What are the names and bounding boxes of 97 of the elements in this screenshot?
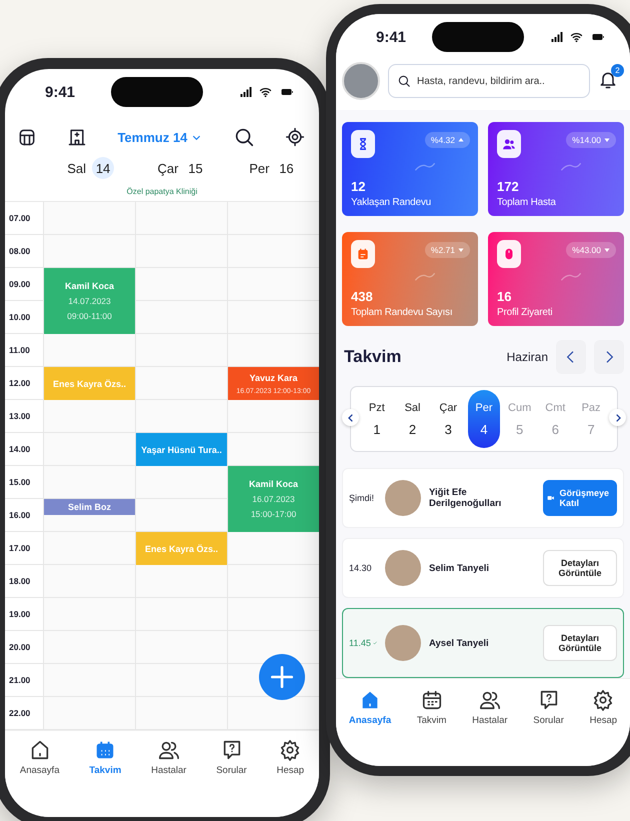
day-tab[interactable]: Per 4 xyxy=(468,390,500,448)
hour-label: 08.00 xyxy=(9,246,30,256)
stat-label: Yaklaşan Randevu xyxy=(351,197,432,208)
patient-name: Yiğit Efe Derilgenoğulları xyxy=(429,487,502,509)
settings-icon xyxy=(592,689,614,711)
stat-value: 172 xyxy=(497,179,520,194)
hour-label: 09.00 xyxy=(9,279,30,289)
stat-card[interactable]: %14.00 172 Toplam Hasta xyxy=(488,122,624,216)
settings-icon xyxy=(279,739,302,761)
change-chip: %14.00 xyxy=(566,132,616,148)
notification-badge: 2 xyxy=(611,64,624,77)
calendar-icon xyxy=(94,739,116,761)
stat-card[interactable]: %43.00 16 Profil Ziyareti xyxy=(488,232,624,326)
date-number: 16 xyxy=(278,160,295,178)
hour-label: 18.00 xyxy=(9,576,30,586)
video-camera-icon xyxy=(547,493,554,503)
people-icon xyxy=(502,137,516,151)
check-icon xyxy=(372,639,377,647)
day-tab[interactable]: Sal 14 xyxy=(45,157,136,179)
avatar[interactable] xyxy=(342,62,380,100)
hour-label: 17.00 xyxy=(9,543,30,553)
join-meeting-button[interactable]: Görüşmeye Katıl xyxy=(543,480,617,516)
month-label: Haziran xyxy=(506,350,548,364)
status-time: 9:41 xyxy=(45,84,76,100)
hour-label: 19.00 xyxy=(9,609,30,619)
calendar-icon xyxy=(420,689,443,711)
stat-value: 12 xyxy=(351,179,366,194)
details-button[interactable]: Detayları Görüntüle xyxy=(543,625,617,661)
nav-tab[interactable]: Sorular xyxy=(533,689,564,726)
scroll-right-button[interactable] xyxy=(609,409,626,426)
hour-label: 16.00 xyxy=(9,510,30,520)
stat-label: Profil Ziyareti xyxy=(497,307,554,318)
hour-label: 14.00 xyxy=(9,444,30,454)
nav-tab[interactable]: Sorular xyxy=(216,739,247,776)
appointment-time: 11.45 xyxy=(349,638,377,648)
nav-tab[interactable]: Hastalar xyxy=(472,689,508,726)
appointment-card[interactable]: 11.45 Aysel Tanyeli Detayları Görüntüle xyxy=(342,608,624,678)
calendar-icon[interactable] xyxy=(17,127,37,147)
hour-label: 10.00 xyxy=(9,312,30,322)
hour-label: 13.00 xyxy=(9,411,30,421)
appointment-card[interactable]: Şimdi! Yiğit Efe Derilgenoğulları Görüşmeye Katıl xyxy=(342,468,624,528)
change-chip: %4.32 xyxy=(424,132,470,148)
nav-tab[interactable]: Hesap xyxy=(276,739,304,776)
photo-placeholder xyxy=(385,550,421,586)
patient-name: Selim Tanyeli xyxy=(429,562,490,574)
people-icon xyxy=(478,689,501,711)
hour-label: 07.00 xyxy=(9,213,30,223)
stat-label: Toplam Randevu Sayısı xyxy=(351,307,454,318)
photo-placeholder xyxy=(385,625,421,661)
details-button[interactable]: Detayları Görüntüle xyxy=(543,550,617,586)
status-time: 9:41 xyxy=(376,28,406,46)
day-tab[interactable]: Çar 15 xyxy=(136,157,228,179)
clinic-name: Özel papatya Kliniği xyxy=(126,186,198,198)
plus-icon xyxy=(269,664,295,690)
search-field[interactable]: Hasta, randevu, bildirim ara.. xyxy=(388,64,590,98)
wifi-icon xyxy=(258,86,273,98)
signal-icon xyxy=(549,31,565,43)
change-chip: %43.00 xyxy=(566,242,616,258)
day-tab[interactable]: Pzt 1 xyxy=(360,392,393,446)
month-selector[interactable]: Temmuz 14 xyxy=(118,130,202,144)
nav-tab[interactable]: Hesap xyxy=(590,689,618,726)
nav-tab[interactable]: Anasayfa xyxy=(20,739,60,776)
nav-tab[interactable]: Takvim xyxy=(416,689,446,726)
scroll-left-button[interactable] xyxy=(342,409,359,426)
nav-tab[interactable]: Takvim xyxy=(89,739,122,776)
appointment-card[interactable]: 14.30 Selim Tanyeli Detayları Görüntüle xyxy=(342,538,624,598)
date-number: 14 xyxy=(92,157,114,179)
hour-label: 11.00 xyxy=(9,345,30,355)
appointment-time: Şimdi! xyxy=(349,493,376,503)
stat-value: 16 xyxy=(497,289,512,304)
calendar-icon xyxy=(356,247,370,261)
hour-label: 20.00 xyxy=(9,642,30,652)
hour-label: 12.00 xyxy=(9,378,30,388)
nav-tab[interactable]: Anasayfa xyxy=(348,689,392,726)
hour-label: 22.00 xyxy=(9,708,30,718)
location-target-icon[interactable] xyxy=(284,127,305,147)
hour-label: 21.00 xyxy=(9,675,30,685)
photo-placeholder xyxy=(385,480,421,516)
wifi-icon xyxy=(569,31,584,43)
stat-card[interactable]: %4.32 12 Yaklaşan Randevu xyxy=(342,122,478,216)
patient-name: Aysel Tanyeli xyxy=(429,638,490,648)
change-chip: %2.71 xyxy=(424,242,470,258)
search-icon xyxy=(397,74,411,88)
section-title: Takvim xyxy=(344,347,402,367)
day-tab[interactable]: Sal 2 xyxy=(396,392,429,446)
hospital-icon[interactable] xyxy=(67,127,88,147)
day-tab[interactable]: Çar 3 xyxy=(432,392,464,446)
hour-label: 15.00 xyxy=(9,477,30,487)
date-number: 15 xyxy=(187,160,204,178)
appointment-time: 14.30 xyxy=(349,563,373,573)
nav-tab[interactable]: Hastalar xyxy=(151,739,186,776)
stat-label: Toplam Hasta xyxy=(497,197,557,208)
day-tab[interactable]: Per 16 xyxy=(228,157,319,179)
chevron-left-icon xyxy=(346,412,356,422)
people-icon xyxy=(158,739,180,761)
signal-icon xyxy=(238,86,254,98)
stat-value: 438 xyxy=(351,289,374,304)
